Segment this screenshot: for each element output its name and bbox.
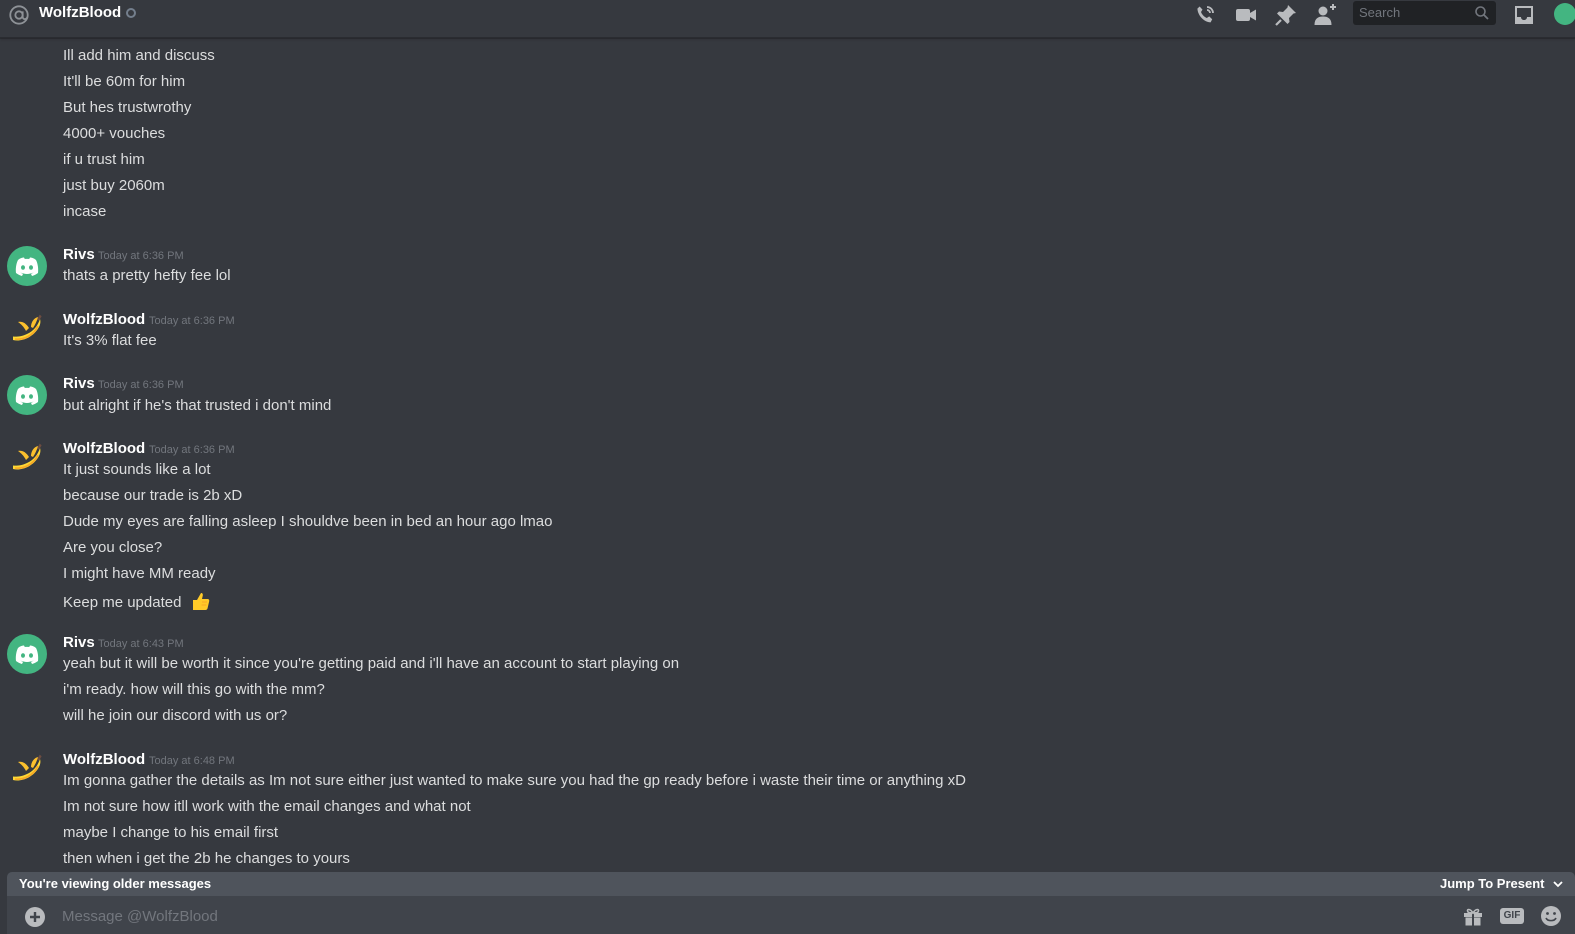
message-line: It's 3% flat fee xyxy=(63,332,157,349)
search-placeholder: Search xyxy=(1359,5,1401,20)
message-line: Ill add him and discuss xyxy=(63,47,215,64)
message-line: because our trade is 2b xD xyxy=(63,487,243,504)
discord-logo-icon[interactable] xyxy=(7,375,47,415)
message-line: I might have MM ready xyxy=(63,565,216,582)
jump-to-present-button[interactable]: Jump To Present xyxy=(1440,877,1545,891)
message-author[interactable]: Rivs xyxy=(63,634,95,652)
at-sign-icon xyxy=(9,5,29,25)
emoji-icon[interactable] xyxy=(1540,905,1562,927)
message-timestamp: Today at 6:48 PM xyxy=(149,755,235,767)
message-line: thats a pretty hefty fee lol xyxy=(63,267,231,284)
pin-icon[interactable] xyxy=(1274,3,1298,27)
message-line: Are you close? xyxy=(63,539,163,556)
channel-header: WolfzBlood Search xyxy=(0,0,1575,38)
message-line: just buy 2060m xyxy=(63,177,165,194)
message-timestamp: Today at 6:43 PM xyxy=(98,638,184,650)
help-icon[interactable] xyxy=(1554,3,1575,25)
discord-logo-icon[interactable] xyxy=(7,634,47,674)
message-line: will he join our discord with us or? xyxy=(63,707,288,724)
message-list: Ill add him and discuss It'll be 60m for… xyxy=(0,38,1575,872)
dm-title: WolfzBlood xyxy=(39,4,122,21)
video-call-icon[interactable] xyxy=(1234,3,1258,27)
message-timestamp: Today at 6:36 PM xyxy=(149,444,235,456)
message-line: i'm ready. how will this go with the mm? xyxy=(63,681,325,698)
banana-icon[interactable] xyxy=(7,310,47,350)
message-timestamp: Today at 6:36 PM xyxy=(98,250,184,262)
gif-button[interactable]: GIF xyxy=(1500,908,1524,924)
message-line: but alright if he's that trusted i don't… xyxy=(63,397,332,414)
message-line: yeah but it will be worth it since you'r… xyxy=(63,655,680,672)
message-input[interactable] xyxy=(62,905,1442,927)
add-friend-icon[interactable] xyxy=(1313,3,1337,27)
status-indicator xyxy=(126,8,136,18)
banana-icon[interactable] xyxy=(7,439,47,479)
message-line: Keep me updated xyxy=(63,594,182,611)
message-line: 4000+ vouches xyxy=(63,125,166,142)
message-timestamp: Today at 6:36 PM xyxy=(98,379,184,391)
message-line: It'll be 60m for him xyxy=(63,73,186,90)
message-line: incase xyxy=(63,203,107,220)
message-line-with-emoji: Keep me updated xyxy=(63,590,211,613)
search-icon xyxy=(1475,6,1489,20)
message-line: if u trust him xyxy=(63,151,145,168)
message-author[interactable]: Rivs xyxy=(63,375,95,393)
message-author[interactable]: WolfzBlood xyxy=(63,311,145,329)
upload-plus-icon[interactable] xyxy=(25,907,45,927)
message-line: then when i get the 2b he changes to you… xyxy=(63,850,350,867)
older-messages-text: You're viewing older messages xyxy=(19,876,212,891)
message-line: maybe I change to his email first xyxy=(63,824,279,841)
chevron-down-icon[interactable] xyxy=(1550,876,1566,892)
message-author[interactable]: Rivs xyxy=(63,246,95,264)
banana-icon[interactable] xyxy=(7,750,47,790)
older-messages-bar: You're viewing older messages Jump To Pr… xyxy=(7,872,1575,896)
message-line: But hes trustwrothy xyxy=(63,99,192,116)
message-line: Dude my eyes are falling asleep I should… xyxy=(63,513,553,530)
inbox-icon[interactable] xyxy=(1512,3,1536,27)
search-box[interactable]: Search xyxy=(1353,1,1496,25)
voice-call-icon[interactable] xyxy=(1193,3,1217,27)
gift-icon[interactable] xyxy=(1462,905,1484,927)
message-author[interactable]: WolfzBlood xyxy=(63,440,145,458)
message-author[interactable]: WolfzBlood xyxy=(63,751,145,769)
discord-logo-icon[interactable] xyxy=(7,246,47,286)
message-line: Im not sure how itll work with the email… xyxy=(63,798,471,815)
message-timestamp: Today at 6:36 PM xyxy=(149,315,235,327)
message-line: Im gonna gather the details as Im not su… xyxy=(63,772,966,789)
message-line: It just sounds like a lot xyxy=(63,461,211,478)
message-composer: GIF xyxy=(7,896,1575,934)
thumbs-up-icon xyxy=(192,593,209,610)
